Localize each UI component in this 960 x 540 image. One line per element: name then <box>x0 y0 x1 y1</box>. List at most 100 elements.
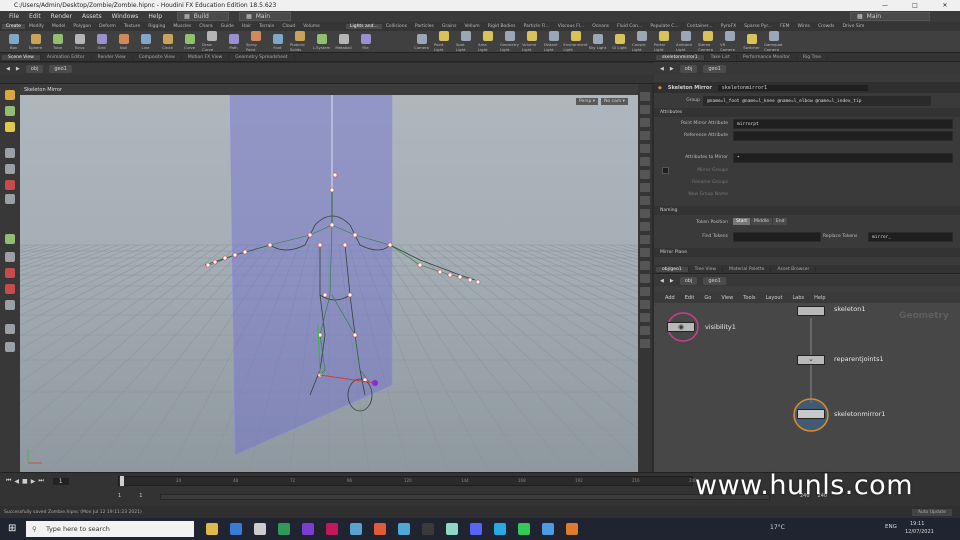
close-button[interactable]: ✕ <box>930 2 960 9</box>
param-path-geo1[interactable]: geo1 <box>703 64 726 73</box>
light-tool[interactable]: Geometry Light <box>500 31 519 52</box>
scene-tab[interactable]: Render View <box>92 54 133 60</box>
display-option-icon[interactable] <box>640 209 650 218</box>
light-tool[interactable]: Portal Light <box>654 31 673 52</box>
shelf-tool[interactable]: Null <box>114 33 133 50</box>
desktop-select-main[interactable]: ▦ Main <box>239 12 292 21</box>
shelf-tab-lights[interactable]: Fluid Con... <box>613 24 646 29</box>
node-visibility1[interactable]: ◉ <box>667 322 695 332</box>
left-tool-icon[interactable] <box>5 300 15 310</box>
viewport-scene[interactable] <box>20 95 638 472</box>
replace-tokens-field[interactable]: mirror_ <box>868 232 953 242</box>
taskbar-app-icon[interactable] <box>302 523 314 535</box>
light-tool[interactable]: Stereo Camera <box>698 31 717 52</box>
param-tab[interactable]: Rig Tree <box>797 54 828 60</box>
param-path-obj[interactable]: obj <box>679 64 698 73</box>
display-option-icon[interactable] <box>640 274 650 283</box>
timeline-ruler[interactable]: 124487296120144168192216240 <box>118 476 697 486</box>
menu-help[interactable]: Help <box>143 13 167 20</box>
attributes-to-mirror-field[interactable]: * <box>733 153 953 163</box>
light-tool[interactable]: Caustic Light <box>632 31 651 52</box>
joint-point[interactable] <box>447 272 453 278</box>
display-option-icon[interactable] <box>640 339 650 348</box>
menu-windows[interactable]: Windows <box>107 13 144 20</box>
shelf-tool[interactable]: Platonic Solids <box>290 31 309 52</box>
jump-end-icon[interactable]: ⏭ <box>38 477 43 485</box>
play-icon[interactable]: ▶ <box>31 478 36 485</box>
joint-point[interactable] <box>329 222 335 228</box>
scene-tab[interactable]: Geometry Spreadsheet <box>229 54 295 60</box>
joint-point[interactable] <box>242 249 248 255</box>
network-menu-item[interactable]: Tools <box>738 295 760 301</box>
step-back-icon[interactable]: ◀ <box>14 478 19 485</box>
network-menu-item[interactable]: View <box>716 295 738 301</box>
shelf-tool[interactable]: Spray Paint <box>246 31 265 52</box>
left-tool-icon[interactable] <box>5 342 15 352</box>
network-menu-item[interactable]: Add <box>660 295 680 301</box>
left-tool-icon[interactable] <box>5 284 15 294</box>
left-tool-icon[interactable] <box>5 122 15 132</box>
left-tool-icon[interactable] <box>5 106 15 116</box>
taskbar-app-icon[interactable] <box>374 523 386 535</box>
joint-point[interactable] <box>267 242 273 248</box>
node-skeletonmirror1[interactable] <box>797 409 825 419</box>
shelf-tab[interactable]: Volume <box>299 24 324 29</box>
joint-point[interactable] <box>457 274 463 280</box>
token-start-button[interactable]: Start <box>733 218 750 225</box>
param-tab[interactable]: skeletonmirror1 <box>656 54 705 60</box>
taskbar-search[interactable]: ⚲ Type here to search <box>26 521 194 537</box>
shelf-tool[interactable]: Font <box>268 33 287 50</box>
joint-point[interactable] <box>317 242 323 248</box>
joint-point[interactable] <box>342 242 348 248</box>
shelf-tool[interactable]: Curve <box>180 33 199 50</box>
light-tool[interactable]: Volume Light <box>522 31 541 52</box>
shelf-tab[interactable]: Create <box>2 24 25 29</box>
left-tool-icon[interactable] <box>5 252 15 262</box>
menu-assets[interactable]: Assets <box>77 13 107 20</box>
light-tool[interactable]: Point Light <box>434 31 453 52</box>
left-tool-icon[interactable] <box>5 324 15 334</box>
display-option-icon[interactable] <box>640 313 650 322</box>
joint-point[interactable] <box>387 242 393 248</box>
node-skeleton1[interactable] <box>797 306 825 316</box>
menu-file[interactable]: File <box>4 13 24 20</box>
display-option-icon[interactable] <box>640 248 650 257</box>
light-tool[interactable]: VR Camera <box>720 31 739 52</box>
group-field[interactable]: @name=l_foot @name=l_knee @name=l_elbow … <box>703 96 931 106</box>
shelf-tab-lights[interactable]: Vellum <box>460 24 483 29</box>
shelf-tool[interactable]: File <box>356 33 375 50</box>
shelf-tool[interactable]: Path <box>224 33 243 50</box>
shelf-tool[interactable]: Draw Curve <box>202 31 221 52</box>
shelf-tab[interactable]: Guide <box>217 24 238 29</box>
joint-point[interactable] <box>222 255 228 261</box>
shelf-tab[interactable]: Terrain <box>255 24 278 29</box>
taskbar-app-icon[interactable] <box>566 523 578 535</box>
left-tool-icon[interactable] <box>5 234 15 244</box>
param-tab[interactable]: Take List <box>705 54 737 60</box>
shelf-tool[interactable]: Box <box>4 33 23 50</box>
mirror-plane-section[interactable]: Mirror Plane <box>654 248 960 257</box>
naming-section[interactable]: Naming <box>654 206 960 215</box>
menu-render[interactable]: Render <box>46 13 77 20</box>
shelf-tab-lights[interactable]: PyroFX <box>717 24 741 29</box>
node-reparentjoints1[interactable]: ⌄ <box>797 355 825 365</box>
left-tool-icon[interactable] <box>5 180 15 190</box>
cam-button[interactable]: No cam ▾ <box>601 98 628 105</box>
token-end-button[interactable]: End <box>772 218 788 225</box>
network-tab[interactable]: Material Palette <box>723 266 772 272</box>
persp-button[interactable]: Persp ▾ <box>576 98 599 105</box>
light-tool[interactable]: Spot Light <box>456 31 475 52</box>
shelf-tool[interactable]: L-System <box>312 33 331 50</box>
param-tab[interactable]: Performance Monitor <box>737 54 797 60</box>
joint-point[interactable] <box>352 232 358 238</box>
left-tool-icon[interactable] <box>5 268 15 278</box>
net-path-obj[interactable]: obj <box>679 276 698 285</box>
joint-point[interactable] <box>347 292 353 298</box>
joint-point[interactable] <box>437 269 443 275</box>
taskbar-app-icon[interactable] <box>350 523 362 535</box>
node-name-field[interactable]: skeletonmirror1 <box>717 84 868 91</box>
display-option-icon[interactable] <box>640 183 650 192</box>
joint-point[interactable] <box>417 262 423 268</box>
scene-tab[interactable]: Composite View <box>133 54 182 60</box>
taskbar-app-icon[interactable] <box>230 523 242 535</box>
